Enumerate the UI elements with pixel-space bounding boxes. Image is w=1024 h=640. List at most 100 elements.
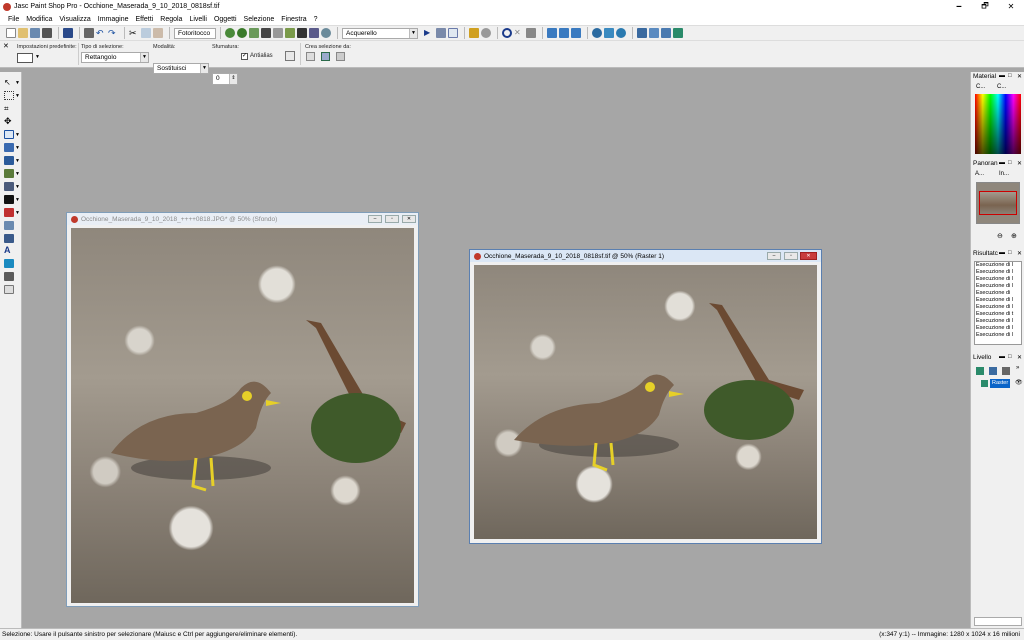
history-row[interactable]: Esecuzione di l [976, 262, 1021, 269]
folder-tree-icon[interactable] [571, 28, 581, 38]
web-icon[interactable] [592, 28, 602, 38]
minimize-button[interactable]: 🗕 [946, 0, 972, 13]
history-row[interactable]: Esecuzione di l [976, 276, 1021, 283]
save-icon[interactable] [63, 28, 73, 38]
globe-icon[interactable] [616, 28, 626, 38]
fade-correction-icon[interactable] [237, 28, 247, 38]
histogram-icon[interactable] [297, 28, 307, 38]
open-icon[interactable] [18, 28, 28, 38]
select-all-icon[interactable] [285, 51, 295, 61]
selection-type-select[interactable]: Rettangolo ▼ [81, 52, 149, 63]
spin-icon[interactable]: ⇕ [229, 74, 237, 84]
doc-minimize-button[interactable]: – [368, 215, 382, 223]
pan-tool-icon[interactable] [4, 91, 14, 100]
mode-select[interactable]: Sostituisci ▼ [153, 63, 209, 74]
history-row[interactable]: Esecuzione di l [976, 318, 1021, 325]
warp-tool-icon[interactable] [4, 285, 14, 294]
panel-maximize-icon[interactable]: □ [1008, 73, 1012, 79]
chevron-down-icon[interactable]: ▼ [15, 145, 20, 151]
thumbnails-icon[interactable] [661, 28, 671, 38]
noise-icon[interactable] [285, 28, 295, 38]
doc-maximize-button[interactable]: ▫ [784, 252, 798, 260]
feather-stepper[interactable]: 0 ⇕ [212, 73, 238, 85]
menu-regola[interactable]: Regola [160, 16, 182, 23]
panel-maximize-icon[interactable]: □ [1008, 354, 1012, 360]
close-options-icon[interactable]: ✕ [3, 42, 9, 50]
move-tool-icon[interactable]: ✥ [4, 117, 14, 126]
panel-menu-icon[interactable]: ▬ [999, 160, 1005, 166]
close-button[interactable]: ✕ [998, 0, 1024, 13]
chevron-down-icon[interactable]: ▼ [140, 53, 148, 62]
doc-maximize-button[interactable]: ▫ [385, 215, 399, 223]
panorama-tab-2[interactable]: In... [999, 171, 1009, 177]
menu-effetti[interactable]: Effetti [135, 16, 153, 23]
panel-close-icon[interactable]: ✕ [1017, 73, 1022, 80]
chevron-down-icon[interactable]: ▼ [15, 197, 20, 203]
artistic-preset-select[interactable]: Acquerello ▼ [342, 27, 418, 39]
redo-icon[interactable]: ↷ [108, 28, 118, 38]
visibility-eye-icon[interactable]: 👁 [1015, 379, 1023, 386]
change-tool-icon[interactable] [4, 182, 14, 191]
document-window-1[interactable]: Occhione_Maserada_9_10_2018_++++0818.JPG… [66, 212, 419, 607]
photo-preset-select[interactable]: Fotoritocco [174, 27, 216, 39]
edit-script-icon[interactable] [448, 28, 458, 38]
chevron-down-icon[interactable]: ▼ [200, 64, 208, 73]
document-window-2[interactable]: Occhione_Maserada_9_10_2018_0818sf.tif @… [469, 249, 822, 544]
navigator-thumbnail[interactable] [976, 182, 1020, 224]
grid-icon[interactable] [637, 28, 647, 38]
chevron-down-icon[interactable]: ▼ [15, 210, 20, 216]
chevron-down-icon[interactable]: ▼ [409, 28, 417, 38]
menu-file[interactable]: File [8, 16, 19, 23]
chevron-down-icon[interactable]: ▼ [15, 158, 20, 164]
photo-canvas[interactable] [474, 265, 817, 539]
history-row[interactable]: Esecuzione di l [976, 332, 1021, 339]
history-row[interactable]: Esecuzione di l [976, 325, 1021, 332]
menu-oggetti[interactable]: Oggetti [214, 16, 237, 23]
delete-layer-icon[interactable] [1002, 367, 1010, 375]
history-row[interactable]: Esecuzione di t [976, 311, 1021, 318]
gear-icon[interactable] [321, 28, 331, 38]
chevron-down-icon[interactable]: ▼ [15, 132, 20, 138]
antialias-checkbox[interactable]: ✓ [241, 53, 248, 60]
panel-menu-icon[interactable]: ▬ [999, 73, 1005, 79]
tiles-icon[interactable] [649, 28, 659, 38]
view-rectangle[interactable] [979, 191, 1017, 215]
panel-maximize-icon[interactable]: □ [1008, 160, 1012, 166]
history-row[interactable]: Esecuzione di l [976, 283, 1021, 290]
new-icon[interactable] [6, 28, 16, 38]
play-icon[interactable]: ▶ [424, 28, 434, 38]
clarify-icon[interactable] [273, 28, 283, 38]
brush-tool-icon[interactable] [4, 156, 14, 165]
create-from-layer-icon[interactable] [306, 52, 315, 61]
art-brush-icon[interactable] [4, 221, 14, 230]
folder-open-icon[interactable] [559, 28, 569, 38]
panel-scrollbar[interactable] [974, 617, 1022, 626]
doc-close-button[interactable]: ✕ [800, 252, 817, 260]
record-icon[interactable] [502, 28, 512, 38]
fill-tool-icon[interactable] [4, 234, 14, 243]
history-row[interactable]: Esecuzione di l [976, 304, 1021, 311]
pen-tool-icon[interactable] [4, 272, 14, 281]
levels-icon[interactable] [309, 28, 319, 38]
panel-maximize-icon[interactable]: □ [1008, 250, 1012, 256]
material-tab-2[interactable]: C... [997, 84, 1006, 90]
doc-close-button[interactable]: ✕ [402, 215, 416, 223]
chevron-down-icon[interactable]: ▼ [15, 184, 20, 190]
paste-icon[interactable] [153, 28, 163, 38]
dropper-tool-icon[interactable] [4, 143, 14, 152]
new-group-icon[interactable] [989, 367, 997, 375]
zoom-out-icon[interactable]: ⊖ [997, 232, 1003, 240]
text-tool-icon[interactable]: A [4, 246, 14, 255]
browse-icon[interactable] [30, 28, 40, 38]
palette-icon[interactable] [604, 28, 614, 38]
menu-immagine[interactable]: Immagine [98, 16, 129, 23]
menu-visualizza[interactable]: Visualizza [59, 16, 90, 23]
red-eye-icon[interactable] [225, 28, 235, 38]
dodge-tool-icon[interactable] [4, 195, 14, 204]
panel-close-icon[interactable]: ✕ [1017, 160, 1022, 167]
history-row[interactable]: Esecuzione di l [976, 269, 1021, 276]
layer-name[interactable]: Raster [990, 379, 1011, 388]
pause-icon[interactable] [526, 28, 536, 38]
history-row[interactable]: Esecuzione di [976, 290, 1021, 297]
crop-tool-icon[interactable]: ⌗ [4, 104, 14, 113]
